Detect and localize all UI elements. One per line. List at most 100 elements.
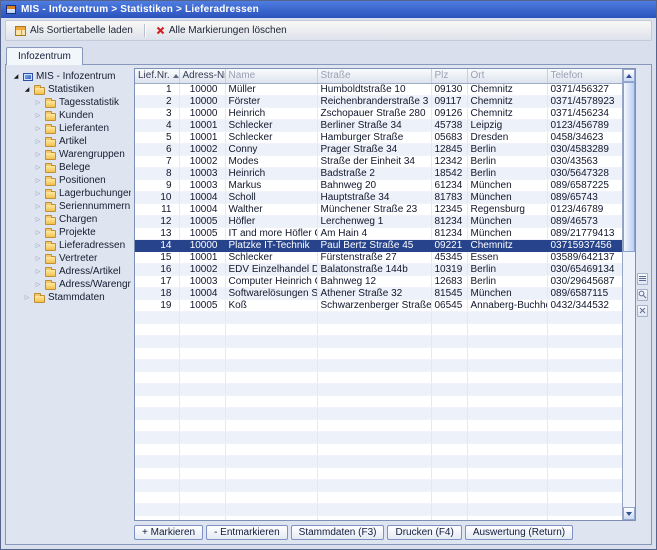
sort-ascending-icon — [173, 74, 179, 78]
expand-icon[interactable]: ▷ — [34, 112, 42, 120]
tree-item-tagesstatistik[interactable]: ▷Tagesstatistik — [10, 96, 131, 109]
tree-item-adress-warengruppen[interactable]: ▷Adress/Warengruppen — [10, 278, 131, 291]
column-header-stra-e[interactable]: Straße — [317, 69, 431, 83]
tree-item-statistiken[interactable]: ◢Statistiken — [10, 83, 131, 96]
column-header-ort[interactable]: Ort — [467, 69, 547, 83]
table-row[interactable]: 1210005HöflerLerchenweg 181234München089… — [135, 215, 622, 227]
scroll-down-button[interactable] — [623, 507, 635, 520]
cell: 10003 — [179, 179, 225, 191]
empty-row — [135, 443, 622, 455]
cell: EDV Einzelhandel Dietsch Gmb — [225, 263, 317, 275]
table-row[interactable]: 1710003Computer Heinrich GmbHBahnweg 121… — [135, 275, 622, 287]
expand-icon[interactable]: ▷ — [34, 151, 42, 159]
tree-item-seriennummern[interactable]: ▷Seriennummern — [10, 200, 131, 213]
scrollbar-track[interactable] — [623, 82, 635, 507]
clear-all-marks-button[interactable]: Alle Markierungen löschen — [150, 22, 293, 39]
table-row[interactable]: 810003HeinrichBadstraße 218542Berlin030/… — [135, 167, 622, 179]
markieren-button[interactable]: + Markieren — [134, 525, 203, 540]
column-header-telefon[interactable]: Telefon — [547, 69, 622, 83]
tree-item-lieferanten[interactable]: ▷Lieferanten — [10, 122, 131, 135]
table-row[interactable]: 1610002EDV Einzelhandel Dietsch GmbBalat… — [135, 263, 622, 275]
expand-icon[interactable]: ▷ — [34, 229, 42, 237]
table-row[interactable]: 1510001SchleckerFürstenstraße 2745345Ess… — [135, 251, 622, 263]
tree-item-vertreter[interactable]: ▷Vertreter — [10, 252, 131, 265]
table-row[interactable]: 910003MarkusBahnweg 2061234München089/65… — [135, 179, 622, 191]
empty-cell — [179, 467, 225, 479]
table-row[interactable]: 1910005KoßSchwarzenberger Straße06545Ann… — [135, 299, 622, 311]
table-row[interactable]: 510001SchleckerHamburger Straße05683Dres… — [135, 131, 622, 143]
toolbar: Als Sortiertabelle laden Alle Markierunge… — [5, 20, 652, 41]
empty-cell — [225, 491, 317, 503]
tree-item-belege[interactable]: ▷Belege — [10, 161, 131, 174]
auswertung-return-button[interactable]: Auswertung (Return) — [465, 525, 573, 540]
expand-icon[interactable]: ▷ — [34, 99, 42, 107]
tree-item-positionen[interactable]: ▷Positionen — [10, 174, 131, 187]
tree-item-stammdaten[interactable]: ▷Stammdaten — [10, 291, 131, 304]
table-row[interactable]: 310000HeinrichZschopauer Straße 28009126… — [135, 107, 622, 119]
tree-item-projekte[interactable]: ▷Projekte — [10, 226, 131, 239]
vertical-scrollbar[interactable] — [622, 69, 635, 520]
stammdaten-f3-button[interactable]: Stammdaten (F3) — [291, 525, 385, 540]
cell: IT and more Höfler OHG — [225, 227, 317, 239]
expand-icon[interactable]: ▷ — [34, 164, 42, 172]
empty-cell — [547, 515, 622, 520]
tree-item-lieferadressen[interactable]: ▷Lieferadressen — [10, 239, 131, 252]
empty-cell — [179, 311, 225, 323]
cell: Fürstenstraße 27 — [317, 251, 431, 263]
load-sort-table-button[interactable]: Als Sortiertabelle laden — [9, 22, 139, 39]
column-header-name[interactable]: Name — [225, 69, 317, 83]
empty-cell — [467, 311, 547, 323]
table-row[interactable]: 710002ModesStraße der Einheit 3412342Ber… — [135, 155, 622, 167]
tree-item-warengruppen[interactable]: ▷Warengruppen — [10, 148, 131, 161]
table-row[interactable]: 1810004Softwarelösungen Scholl GmbAthene… — [135, 287, 622, 299]
collapse-icon[interactable]: ◢ — [12, 73, 20, 81]
expand-icon[interactable]: ▷ — [34, 203, 42, 211]
scroll-up-button[interactable] — [623, 69, 635, 82]
tree-item-mis-infozentrum[interactable]: ◢MIS - Infozentrum — [10, 70, 131, 83]
expand-icon[interactable]: ▷ — [23, 294, 31, 302]
table-row[interactable]: 410001SchleckerBerliner Straße 3445738Le… — [135, 119, 622, 131]
close-icon[interactable] — [637, 305, 648, 317]
cell: 10001 — [179, 251, 225, 263]
expand-icon[interactable]: ▷ — [34, 268, 42, 276]
expand-icon[interactable]: ▷ — [34, 138, 42, 146]
collapse-icon[interactable]: ◢ — [23, 86, 31, 94]
expand-icon[interactable]: ▷ — [34, 125, 42, 133]
empty-cell — [135, 503, 179, 515]
tab-infozentrum[interactable]: Infozentrum — [6, 47, 83, 65]
expand-icon[interactable]: ▷ — [34, 190, 42, 198]
table-row[interactable]: 1010004SchollHauptstraße 3481783München0… — [135, 191, 622, 203]
expand-icon[interactable]: ▷ — [34, 255, 42, 263]
tree-item-kunden[interactable]: ▷Kunden — [10, 109, 131, 122]
tree-item-artikel[interactable]: ▷Artikel — [10, 135, 131, 148]
expand-icon[interactable]: ▷ — [34, 242, 42, 250]
scrollbar-thumb[interactable] — [623, 82, 635, 252]
expand-icon[interactable]: ▷ — [34, 216, 42, 224]
expand-icon[interactable]: ▷ — [34, 177, 42, 185]
cell: 0432/344532 — [547, 299, 622, 311]
table-row[interactable]: 1410000Platzke IT-TechnikPaul Bertz Stra… — [135, 239, 622, 251]
cell: Conny — [225, 143, 317, 155]
table-row[interactable]: 110000MüllerHumboldtstraße 1009130Chemni… — [135, 83, 622, 95]
empty-cell — [135, 311, 179, 323]
cell: Scholl — [225, 191, 317, 203]
empty-cell — [179, 419, 225, 431]
entmarkieren-button[interactable]: - Entmarkieren — [206, 525, 288, 540]
tree-item-adress-artikel[interactable]: ▷Adress/Artikel — [10, 265, 131, 278]
cell: 030/43563 — [547, 155, 622, 167]
expand-icon[interactable]: ▷ — [34, 281, 42, 289]
empty-cell — [225, 503, 317, 515]
table-row[interactable]: 610002ConnyPrager Straße 3412845Berlin03… — [135, 143, 622, 155]
drucken-f4-button[interactable]: Drucken (F4) — [387, 525, 461, 540]
table-row[interactable]: 1110004WaltherMünchener Straße 2312345Re… — [135, 203, 622, 215]
magnifier-icon[interactable] — [637, 289, 648, 301]
table-row[interactable]: 210000FörsterReichenbranderstraße 309117… — [135, 95, 622, 107]
tree-item-chargen[interactable]: ▷Chargen — [10, 213, 131, 226]
column-header-adress-nr[interactable]: Adress-Nr. — [179, 69, 225, 83]
column-header-lief-nr[interactable]: Lief.Nr. — [135, 69, 179, 83]
column-header-plz[interactable]: Plz — [431, 69, 467, 83]
grip-icon[interactable] — [637, 273, 648, 285]
empty-cell — [135, 479, 179, 491]
tree-item-lagerbuchungen[interactable]: ▷Lagerbuchungen — [10, 187, 131, 200]
table-row[interactable]: 1310005IT and more Höfler OHGAm Hain 481… — [135, 227, 622, 239]
